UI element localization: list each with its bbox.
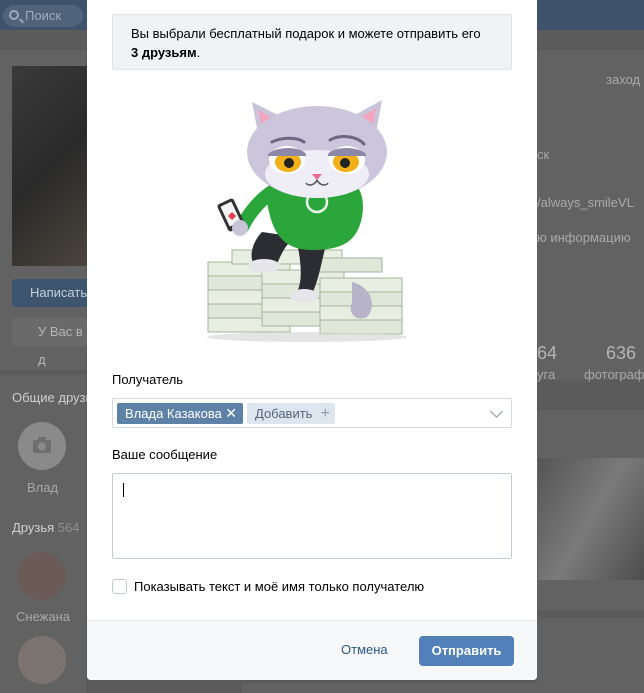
right-info-text: заход [606,72,641,87]
stat-label: уга [537,367,556,382]
gift-modal: Вы выбрали бесплатный подарок и можете о… [87,0,537,680]
recipient-selector[interactable]: Влада Казакова ✕ Добавить + [112,398,512,428]
profile-photo [12,66,88,266]
profile-link[interactable]: /always_smileVL [537,195,634,210]
search-icon [9,10,19,20]
gift-info-box: Вы выбрали бесплатный подарок и можете о… [112,14,512,70]
search-input[interactable]: Поиск [3,5,83,27]
message-textarea[interactable] [112,473,512,559]
camera-icon [33,437,51,453]
cancel-button[interactable]: Отмена [341,642,388,657]
privacy-checkbox-label[interactable]: Показывать текст и моё имя только получа… [134,579,424,594]
remove-recipient-icon[interactable]: ✕ [225,403,237,424]
cat-sticker-image [207,100,407,342]
friend-name-vlad[interactable]: Влад [27,480,58,495]
recipient-tag-name: Влада Казакова [125,406,222,421]
stat-value[interactable]: 64 [537,343,557,364]
friend-status-button[interactable]: У Вас в д [12,318,88,367]
friends-count: 564 [57,520,80,535]
plus-icon: + [320,405,330,422]
search-placeholder: Поиск [25,8,62,23]
feed-card [242,683,537,693]
gift-info-tail: . [196,45,201,60]
message-label: Ваше сообщение [112,447,218,462]
gift-info-text: Вы выбрали бесплатный подарок и можете о… [131,26,481,41]
add-recipient-button[interactable]: Добавить + [247,403,335,424]
friend-avatar-vlad[interactable] [18,422,66,470]
friends-label: Друзья [12,520,55,535]
text-cursor [123,483,124,497]
send-button[interactable]: Отправить [419,636,514,666]
friend-avatar[interactable] [18,636,66,684]
friends-heading: Друзья 564 [12,520,80,535]
photos-count[interactable]: 636 [606,343,636,364]
write-message-button[interactable]: Написать [12,279,88,307]
modal-footer: Отмена Отправить [87,620,537,680]
right-card [537,618,644,693]
add-recipient-label: Добавить [255,406,313,421]
common-friends-heading: Общие друзь [12,390,93,405]
gift-info-count: 3 друзьям [131,45,197,60]
photo-thumbnail[interactable] [538,458,644,580]
right-info-text: ск [537,147,550,162]
friend-name-snezhana[interactable]: Снежана [16,609,70,624]
recipient-tag[interactable]: Влада Казакова ✕ [117,403,243,424]
friend-avatar-snezhana[interactable] [18,552,66,600]
profile-info-card [537,50,644,380]
recipient-label: Получатель [112,372,184,387]
chevron-down-icon[interactable] [490,405,503,418]
photos-label: фотограф [584,367,644,382]
privacy-checkbox[interactable] [112,579,127,594]
show-info-link[interactable]: ю информацию [537,230,631,245]
